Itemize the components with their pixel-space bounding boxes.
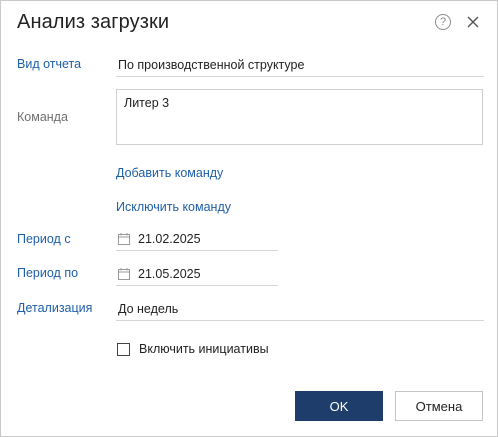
include-initiatives-row[interactable]: Включить инициативы [117,342,269,356]
period-from-label: Период с [17,232,71,246]
period-to-field[interactable]: 21.05.2025 [116,267,278,286]
cancel-button[interactable]: Отмена [395,391,483,421]
analysis-dialog: Анализ загрузки ? Вид отчета По производ… [0,0,498,437]
period-from-value: 21.02.2025 [138,232,201,246]
detail-label: Детализация [17,301,93,315]
team-input[interactable]: Литер 3 [116,89,483,145]
calendar-icon [118,233,130,245]
period-to-value: 21.05.2025 [138,267,201,281]
ok-button[interactable]: OK [295,391,383,421]
period-to-label: Период по [17,266,79,280]
dialog-title: Анализ загрузки [17,11,170,33]
report-type-label: Вид отчета [17,57,82,71]
include-initiatives-checkbox[interactable] [117,342,130,356]
team-label: Команда [17,110,68,124]
title-bar-icons: ? [435,14,481,30]
help-icon[interactable]: ? [435,14,451,30]
detail-select[interactable]: До недель [116,302,484,321]
period-from-field[interactable]: 21.02.2025 [116,232,278,251]
report-type-select[interactable]: По производственной структуре [116,58,484,77]
include-initiatives-label: Включить инициативы [139,342,269,356]
close-icon[interactable] [465,14,481,30]
remove-team-link[interactable]: Исключить команду [116,200,231,214]
add-team-link[interactable]: Добавить команду [116,166,223,180]
calendar-icon [118,268,130,280]
